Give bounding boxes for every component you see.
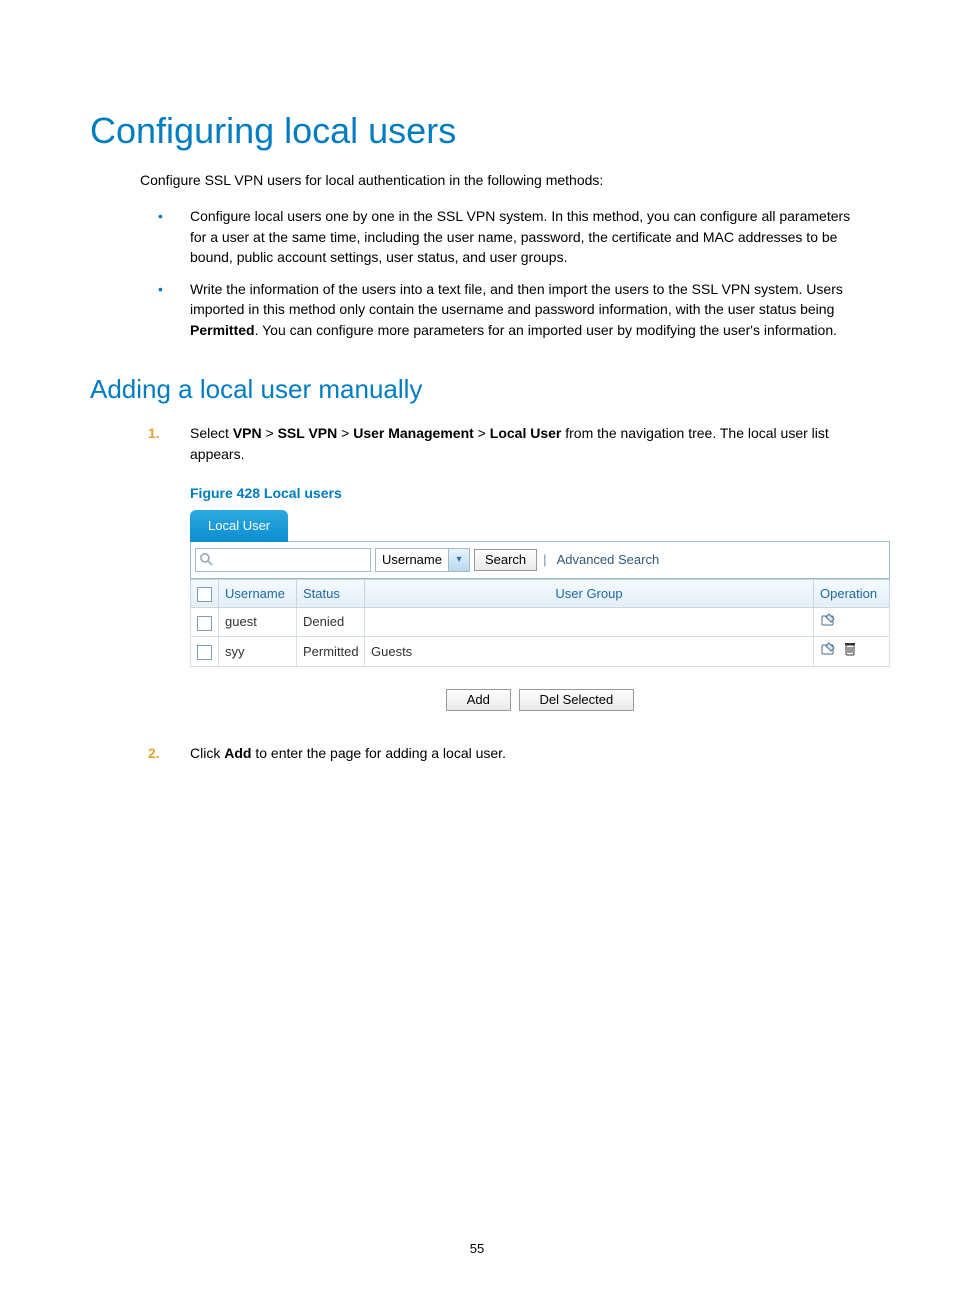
del-selected-button[interactable]: Del Selected (519, 689, 635, 711)
cell-username: syy (219, 637, 297, 666)
t: Select (190, 425, 233, 441)
cell-status: Denied (297, 608, 365, 637)
nav-usermgmt: User Management (353, 425, 474, 441)
bullet2-tail: . You can configure more parameters for … (255, 322, 837, 338)
nav-vpn: VPN (233, 425, 262, 441)
add-button[interactable]: Add (446, 689, 511, 711)
bullet-list: Configure local users one by one in the … (140, 200, 869, 346)
step2-text: Click Add to enter the page for adding a… (190, 745, 506, 761)
separator: | (541, 550, 548, 570)
cell-status: Permitted (297, 637, 365, 666)
list-item: Configure local users one by one in the … (140, 200, 869, 273)
cell-group (365, 608, 814, 637)
cell-operation (814, 608, 890, 637)
figure-caption: Figure 428 Local users (190, 483, 869, 504)
button-row: Add Del Selected (190, 667, 890, 711)
tab-local-user[interactable]: Local User (190, 510, 288, 542)
search-button[interactable]: Search (474, 549, 537, 571)
row-checkbox[interactable] (197, 645, 212, 660)
intro-text: Configure SSL VPN users for local authen… (140, 170, 869, 190)
col-usergroup[interactable]: User Group (365, 579, 814, 608)
step-number: 1. (148, 423, 160, 444)
col-username[interactable]: Username (219, 579, 297, 608)
step-1: 1. Select VPN > SSL VPN > User Managemen… (140, 419, 869, 715)
col-status[interactable]: Status (297, 579, 365, 608)
users-table: Username Status User Group Operation gue… (190, 579, 890, 667)
edit-icon[interactable] (820, 613, 836, 633)
step1-text: Select VPN > SSL VPN > User Management >… (190, 425, 829, 462)
cell-operation (814, 637, 890, 666)
search-bar: Username ▾ Search | Advanced Search (190, 542, 890, 579)
page-number: 55 (0, 1241, 954, 1256)
cell-username: guest (219, 608, 297, 637)
t: to enter the page for adding a local use… (251, 745, 506, 761)
col-operation: Operation (814, 579, 890, 608)
dropdown-value: Username (376, 550, 448, 570)
table-row: guest Denied (191, 608, 890, 637)
search-input[interactable] (195, 548, 371, 572)
list-item: Write the information of the users into … (140, 273, 869, 346)
section-title: Adding a local user manually (90, 374, 869, 405)
t: Click (190, 745, 224, 761)
search-field-dropdown[interactable]: Username ▾ (375, 548, 470, 572)
gt: > (474, 425, 490, 441)
nav-localuser: Local User (490, 425, 562, 441)
delete-icon[interactable] (844, 642, 856, 662)
search-icon (200, 553, 213, 566)
select-all-checkbox[interactable] (197, 587, 212, 602)
tab-spacer (288, 540, 890, 542)
gt: > (262, 425, 278, 441)
table-row: syy Permitted Guests (191, 637, 890, 666)
edit-icon[interactable] (820, 642, 836, 662)
table-header-row: Username Status User Group Operation (191, 579, 890, 608)
chevron-down-icon[interactable]: ▾ (448, 549, 469, 571)
step-list: 1. Select VPN > SSL VPN > User Managemen… (140, 419, 869, 768)
nav-sslvpn: SSL VPN (278, 425, 338, 441)
bullet2-head: Write the information of the users into … (190, 281, 843, 317)
row-checkbox[interactable] (197, 616, 212, 631)
step-number: 2. (148, 743, 160, 764)
step-2: 2. Click Add to enter the page for addin… (140, 739, 869, 768)
cell-group: Guests (365, 637, 814, 666)
page-title: Configuring local users (90, 110, 869, 152)
advanced-search-link[interactable]: Advanced Search (553, 550, 660, 570)
add-bold: Add (224, 745, 251, 761)
gt: > (337, 425, 353, 441)
figure-local-users: Local User Username ▾ Search | Advanced … (190, 510, 890, 711)
bullet2-bold: Permitted (190, 322, 255, 338)
